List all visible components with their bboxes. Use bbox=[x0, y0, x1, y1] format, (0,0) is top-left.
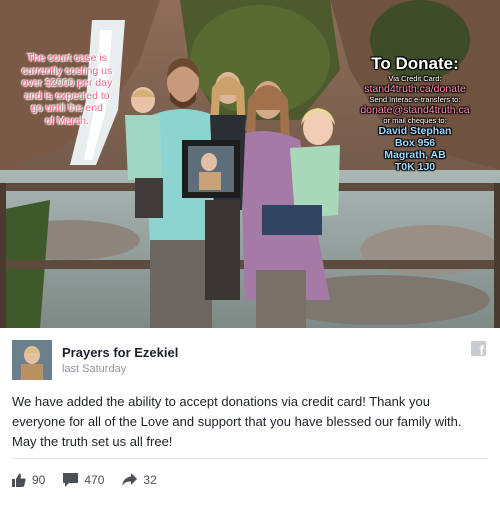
donate-overlay: To Donate: Via Credit Card: stand4truth.… bbox=[338, 54, 492, 173]
address-line: T0K 1J0 bbox=[394, 161, 436, 173]
post-actions: 90 470 32 bbox=[12, 471, 175, 489]
share-count: 32 bbox=[143, 473, 157, 487]
address-line: Magrath, AB bbox=[384, 149, 446, 161]
overlay-line: go until the end bbox=[31, 102, 103, 114]
overlay-line: and is expected to bbox=[24, 89, 110, 102]
court-cost-overlay: The court case is currently costing us o… bbox=[6, 52, 128, 127]
comment-button[interactable]: 470 bbox=[63, 473, 104, 487]
overlay-line: The court case is bbox=[27, 52, 107, 64]
donate-heading: To Donate: bbox=[371, 54, 459, 73]
post-photo[interactable]: The court case is currently costing us o… bbox=[0, 0, 500, 328]
address-line: Box 956 bbox=[394, 137, 436, 149]
post-timestamp[interactable]: last Saturday bbox=[62, 363, 126, 375]
interac-label: Send Interac e-transfers to: bbox=[369, 95, 461, 104]
address-line: David Stephan bbox=[378, 125, 452, 137]
mail-label: or mail cheques to: bbox=[383, 116, 447, 125]
overlay-line: over $2000 per day bbox=[21, 77, 113, 89]
like-button[interactable]: 90 bbox=[12, 473, 45, 487]
donate-url: stand4truth.ca/donate bbox=[364, 83, 466, 95]
thumbs-up-icon bbox=[12, 473, 26, 487]
share-arrow-icon bbox=[122, 473, 138, 486]
avatar-image bbox=[12, 340, 52, 380]
divider bbox=[12, 458, 488, 459]
facebook-icon: f bbox=[471, 341, 486, 358]
page-avatar[interactable] bbox=[12, 340, 52, 380]
overlay-line: of March. bbox=[45, 114, 89, 127]
donate-email: donate@stand4truth.ca bbox=[360, 104, 470, 116]
share-button[interactable]: 32 bbox=[122, 473, 157, 487]
comment-count: 470 bbox=[84, 473, 105, 487]
post-message: We have added the ability to accept dona… bbox=[12, 394, 462, 449]
like-count: 90 bbox=[32, 473, 46, 487]
overlay-line: currently costing us bbox=[21, 64, 113, 77]
page-name-link[interactable]: Prayers for Ezekiel bbox=[62, 345, 178, 360]
credit-card-label: Via Credit Card: bbox=[388, 74, 442, 83]
post-card: Prayers for Ezekiel last Saturday f We h… bbox=[0, 328, 500, 520]
comment-bubble-icon bbox=[63, 473, 79, 487]
